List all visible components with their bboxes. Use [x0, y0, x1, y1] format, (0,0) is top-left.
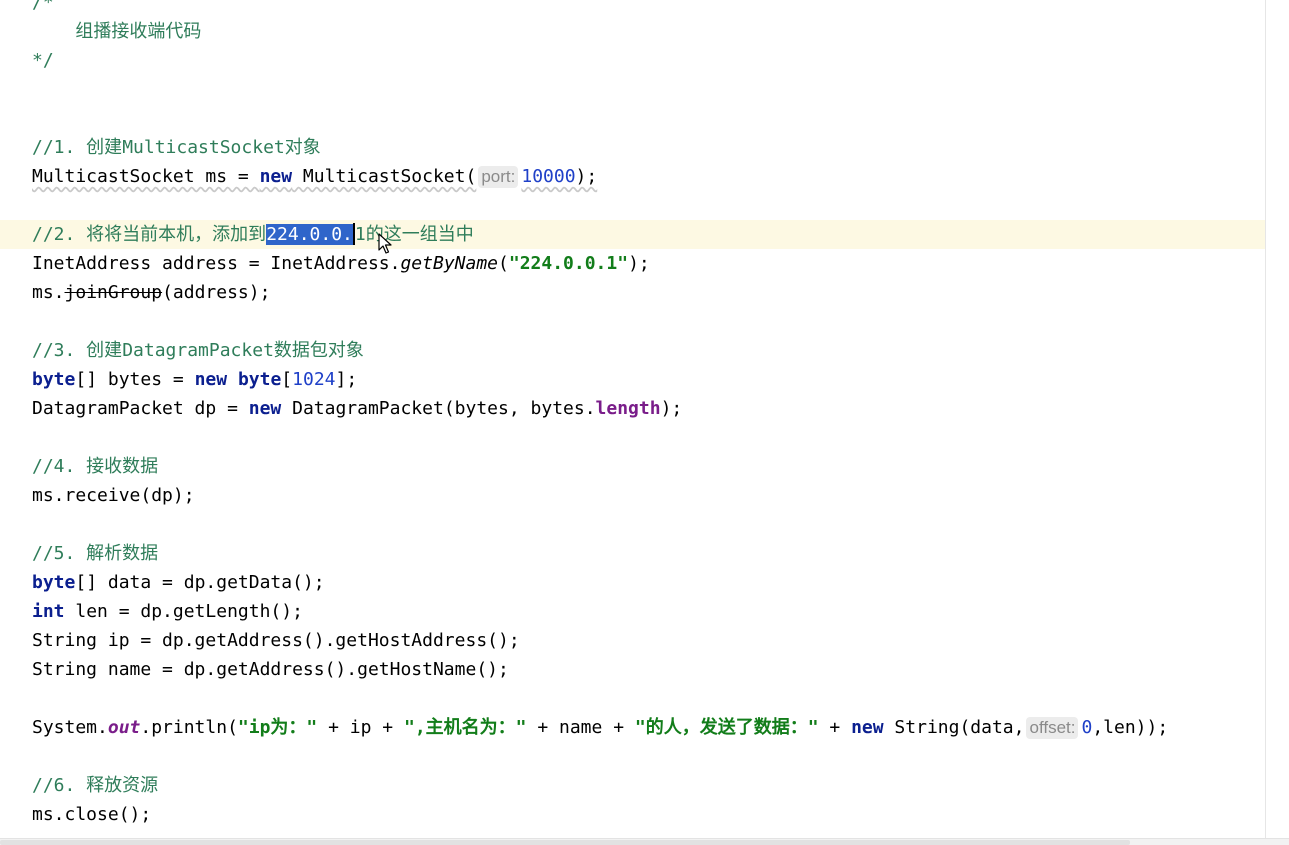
right-scroll-gutter[interactable] — [1265, 0, 1289, 838]
comment-text: //2. 将将当前本机，添加到 — [32, 224, 267, 245]
comment-code-text: DatagramPacket — [122, 340, 274, 361]
code-text: ); — [575, 166, 598, 187]
code-text: + ip + — [317, 717, 404, 738]
arrow-cursor-icon — [378, 233, 392, 254]
step3-code-line-2: DatagramPacket dp = new DatagramPacket(b… — [0, 394, 1265, 423]
code-text: DatagramPacket dp = — [32, 398, 249, 419]
comment-text: 数据包对象 — [273, 340, 364, 361]
step1-comment-line: //1. 创建MulticastSocket对象 — [0, 133, 1265, 162]
parameter-hint-port: port: — [478, 166, 519, 188]
step2-code-line-2: ms.joinGroup(address); — [0, 278, 1265, 307]
code-text: String ip = dp.getAddress().getHostAddre… — [32, 630, 520, 651]
comment-text: /* — [32, 0, 54, 13]
comment-code-text: 1 — [354, 224, 366, 245]
string-literal: ",主机名为：" — [403, 717, 527, 738]
code-text: String(data, — [883, 717, 1025, 738]
keyword-byte: byte — [32, 572, 76, 593]
step3-code-line-1: byte[] bytes = new byte[1024]; — [0, 365, 1265, 394]
string-literal: "224.0.0.1" — [508, 253, 629, 274]
code-text: MulticastSocket ms = — [32, 166, 260, 187]
code-text: ms.close(); — [32, 804, 152, 825]
step5-code-line-1: byte[] data = dp.getData(); — [0, 568, 1265, 597]
field-reference: length — [595, 398, 661, 419]
keyword-new: new — [248, 398, 282, 419]
code-text: String name = dp.getAddress().getHostNam… — [32, 659, 509, 680]
warning-underlined-statement[interactable]: MulticastSocket ms = new MulticastSocket… — [32, 166, 598, 188]
keyword-new: new — [259, 166, 293, 187]
keyword-new: new — [851, 717, 884, 738]
static-method-call: getByName — [400, 253, 499, 274]
comment-text: 组播接收端代码 — [32, 21, 202, 42]
code-text: System. — [32, 717, 108, 738]
code-text: [] data = dp.getData(); — [75, 572, 325, 593]
code-text: + name + — [526, 717, 635, 738]
text-selection[interactable]: 224.0.0. — [266, 224, 353, 245]
keyword-byte: byte — [237, 369, 282, 390]
comment-code-text: MulticastSocket — [122, 137, 285, 158]
code-text: ); — [660, 398, 683, 419]
static-field-reference: out — [107, 717, 141, 738]
keyword-int: int — [32, 601, 65, 622]
comment-text: 对象 — [284, 137, 321, 158]
code-text: ( — [498, 253, 509, 274]
number-literal: 1024 — [292, 369, 336, 390]
code-text: MulticastSocket( — [292, 166, 477, 187]
step6-comment-line: //6. 释放资源 — [0, 771, 1265, 800]
code-text: ); — [628, 253, 650, 274]
code-text: ]; — [335, 369, 358, 390]
step5-code-line-4: String name = dp.getAddress().getHostNam… — [0, 655, 1265, 684]
comment-block-text: 组播接收端代码 — [0, 17, 1265, 46]
code-text: [] bytes = — [75, 369, 195, 390]
comment-text: //1. 创建 — [32, 137, 123, 158]
step2-comment-line: //2. 将将当前本机，添加到224.0.0. 1的这一组当中 — [0, 220, 1265, 249]
code-text: InetAddress address = InetAddress. — [32, 253, 401, 274]
keyword-new: new — [194, 369, 228, 390]
comment-block-open: /* — [0, 0, 1265, 17]
string-literal: "的人，发送了数据：" — [634, 717, 819, 738]
horizontal-scrollbar[interactable] — [0, 838, 1289, 845]
string-literal: "ip为：" — [237, 717, 318, 738]
keyword-byte: byte — [32, 369, 76, 390]
comment-text: //3. 创建 — [32, 340, 123, 361]
step3-comment-line: //3. 创建DatagramPacket数据包对象 — [0, 336, 1265, 365]
comment-text: //6. 释放资源 — [32, 775, 159, 796]
horizontal-scrollbar-thumb[interactable] — [0, 840, 1130, 845]
step5-comment-line: //5. 解析数据 — [0, 539, 1265, 568]
code-text: ,len)); — [1092, 717, 1169, 738]
step6-code-line: ms.close(); — [0, 800, 1265, 829]
deprecated-method-call: joinGroup — [64, 282, 163, 303]
code-text: .println( — [140, 717, 238, 738]
step2-code-line-1: InetAddress address = InetAddress.getByN… — [0, 249, 1265, 278]
step1-code-line: MulticastSocket ms = new MulticastSocket… — [0, 162, 1265, 191]
step4-code-line: ms.receive(dp); — [0, 481, 1265, 510]
code-text: (address); — [162, 282, 271, 303]
step5-print-line: System.out.println("ip为：" + ip + ",主机名为：… — [0, 713, 1265, 742]
step5-code-line-2: int len = dp.getLength(); — [0, 597, 1265, 626]
number-literal: 0 — [1081, 717, 1093, 738]
step5-code-line-3: String ip = dp.getAddress().getHostAddre… — [0, 626, 1265, 655]
comment-text: //5. 解析数据 — [32, 543, 159, 564]
code-text: len = dp.getLength(); — [64, 601, 303, 622]
comment-text: */ — [32, 50, 54, 71]
code-editor[interactable]: /* 组播接收端代码 */ //1. 创建MulticastSocket对象 M… — [0, 0, 1265, 838]
code-text: DatagramPacket(bytes, bytes. — [281, 398, 596, 419]
comment-block-close: */ — [0, 46, 1265, 75]
code-text: ms. — [32, 282, 65, 303]
parameter-hint-offset: offset: — [1026, 717, 1079, 739]
comment-text: //4. 接收数据 — [32, 456, 159, 477]
code-text: ms.receive(dp); — [32, 485, 195, 506]
step4-comment-line: //4. 接收数据 — [0, 452, 1265, 481]
number-literal: 10000 — [521, 166, 576, 187]
code-text: + — [818, 717, 852, 738]
code-text: [ — [281, 369, 293, 390]
